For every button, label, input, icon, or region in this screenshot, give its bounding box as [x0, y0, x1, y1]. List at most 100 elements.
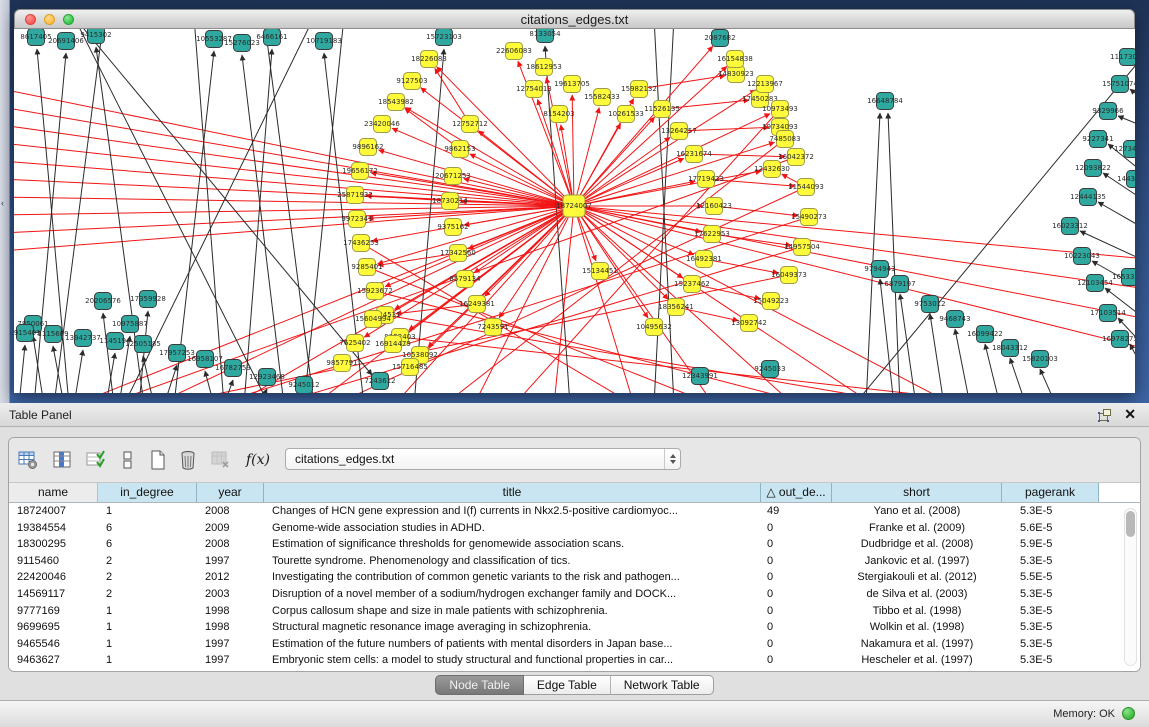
- graph-node-label: 9794943: [864, 265, 895, 273]
- table-select-dropdown[interactable]: citations_edges.txt: [285, 448, 681, 470]
- node-table: namein_degreeyeartitle△ out_de...shortpa…: [9, 482, 1140, 671]
- table-row[interactable]: 969969511998Structural magnetic resonanc…: [9, 619, 1140, 636]
- delete-button[interactable]: [175, 447, 201, 473]
- table-cell: 5.3E-5: [1002, 652, 1099, 669]
- table-cell: 5.3E-5: [1002, 619, 1099, 636]
- column-header-title[interactable]: title: [264, 483, 761, 502]
- minimize-traffic-light-icon[interactable]: [44, 14, 55, 25]
- table-row[interactable]: 1938455462009Genome-wide association stu…: [9, 520, 1140, 537]
- table-cell: 0: [761, 569, 832, 586]
- table-cell: 2009: [197, 520, 264, 537]
- citation-edge-black: [19, 345, 25, 393]
- zoom-traffic-light-icon[interactable]: [63, 14, 74, 25]
- graph-node-label: 12213967: [747, 80, 783, 88]
- graph-node-label: 15820103: [1022, 355, 1058, 363]
- table-row[interactable]: 2242004622012Investigating the contribut…: [9, 569, 1140, 586]
- graph-node-label: 6879197: [884, 280, 915, 288]
- column-visibility-button[interactable]: [49, 447, 75, 473]
- citation-edge: [405, 109, 453, 144]
- column-header-name[interactable]: name: [9, 483, 98, 502]
- network-window-titlebar[interactable]: citations_edges.txt: [14, 9, 1135, 29]
- citation-edge-black: [1118, 116, 1135, 127]
- table-cell: Stergiakouli et al. (2012): [832, 569, 1002, 586]
- graph-node-label: 2087682: [704, 34, 735, 42]
- column-header-pagerank[interactable]: pagerank: [1002, 483, 1099, 502]
- table-cell: 5.3E-5: [1002, 603, 1099, 620]
- table-cell: Embryonic stem cells: a model to study s…: [264, 652, 761, 669]
- graph-node-label: 9415302: [80, 31, 111, 39]
- graph-node-label: 9329966: [1092, 107, 1124, 115]
- column-select-button[interactable]: [83, 447, 109, 473]
- table-row[interactable]: 911546021997Tourette syndrome. Phenomeno…: [9, 553, 1140, 570]
- table-cell: 18300295: [9, 536, 98, 553]
- table-panel: Table Panel ✕: [0, 403, 1149, 727]
- column-header-short[interactable]: short: [832, 483, 1002, 502]
- table-cell: Structural magnetic resonance image aver…: [264, 619, 761, 636]
- selected-table-name: citations_edges.txt: [295, 452, 394, 466]
- graph-node-label: 9753012: [914, 300, 945, 308]
- citation-edge-black: [930, 314, 944, 393]
- left-panel-edge[interactable]: ‹: [0, 0, 10, 403]
- citation-edge: [400, 337, 1014, 393]
- graph-node-label: 12505185: [125, 340, 161, 348]
- table-cell: Investigating the contribution of common…: [264, 569, 761, 586]
- graph-node-label: 12752712: [452, 120, 488, 128]
- table-cell: 0: [761, 586, 832, 603]
- graph-node-label: 9862153: [444, 145, 475, 153]
- table-cell: Estimation of the future numbers of pati…: [264, 636, 761, 653]
- dropdown-stepper-icon: [664, 449, 680, 469]
- close-traffic-light-icon[interactable]: [25, 14, 36, 25]
- table-cell: Genome-wide association studies in ADHD.: [264, 520, 761, 537]
- graph-node-label: 19613705: [554, 80, 590, 88]
- graph-node-label: 10223043: [1064, 252, 1100, 260]
- table-settings-button[interactable]: [15, 447, 41, 473]
- close-panel-icon[interactable]: ✕: [1124, 406, 1136, 422]
- table-cell: 9115460: [9, 553, 98, 570]
- tab-network-table[interactable]: Network Table: [611, 675, 714, 695]
- float-window-icon[interactable]: [1097, 407, 1113, 423]
- graph-node-label: 12734312: [1114, 145, 1135, 153]
- tab-node-table[interactable]: Node Table: [435, 675, 524, 695]
- column-header-year[interactable]: year: [197, 483, 264, 502]
- citation-edge: [14, 143, 574, 206]
- graph-node-label: 8133054: [529, 30, 561, 38]
- column-header-out_degree[interactable]: △ out_de...: [761, 483, 832, 502]
- network-window[interactable]: citations_edges.txt 18724007182260839127…: [14, 9, 1135, 393]
- new-document-button[interactable]: [145, 447, 171, 473]
- table-row[interactable]: 1830029562008Estimation of significance …: [9, 536, 1140, 553]
- graph-node-label: 12343991: [682, 372, 718, 380]
- citation-edge: [474, 211, 566, 273]
- network-canvas[interactable]: 1872400718226083912750318543982234200469…: [14, 29, 1135, 393]
- table-cell: 1998: [197, 619, 264, 636]
- graph-node-label: 15049223: [753, 297, 789, 305]
- graph-node-label: 17103514: [1090, 309, 1126, 317]
- function-builder-button[interactable]: f(x): [245, 447, 271, 473]
- row-layout-button[interactable]: [115, 447, 141, 473]
- table-row[interactable]: 1456911722003Disruption of a novel membe…: [9, 586, 1140, 603]
- table-row[interactable]: 946554611997Estimation of the future num…: [9, 636, 1140, 653]
- table-scrollbar[interactable]: [1124, 508, 1137, 666]
- graph-node-label: 9468743: [939, 315, 970, 323]
- graph-node-label: 12444135: [1070, 193, 1106, 201]
- graph-node-label: 23420046: [364, 120, 400, 128]
- table-cell: 1997: [197, 636, 264, 653]
- graph-node-label: 19734093: [762, 123, 798, 131]
- table-header-row: namein_degreeyeartitle△ out_de...shortpa…: [9, 482, 1140, 503]
- citation-edge-black: [174, 51, 214, 393]
- table-cell: 6: [98, 536, 197, 553]
- citation-edge: [14, 206, 574, 215]
- table-cell: Dudbridge et al. (2008): [832, 536, 1002, 553]
- graph-node-label: 16049373: [771, 271, 807, 279]
- graph-node-label: 25871932: [337, 191, 373, 199]
- table-row[interactable]: 946362711997Embryonic stem cells: a mode…: [9, 652, 1140, 669]
- scrollbar-thumb[interactable]: [1126, 511, 1135, 537]
- tab-edge-table[interactable]: Edge Table: [524, 675, 611, 695]
- delete-table-button[interactable]: [207, 447, 233, 473]
- graph-node-label: 9375162: [437, 223, 468, 231]
- graph-node-label: 16492381: [686, 255, 722, 263]
- column-header-in_degree[interactable]: in_degree: [98, 483, 197, 502]
- table-row[interactable]: 1872400712008Changes of HCN gene express…: [9, 503, 1140, 520]
- table-row[interactable]: 977716911998Corpus callosum shape and si…: [9, 603, 1140, 620]
- table-cell: Disruption of a novel member of a sodium…: [264, 586, 761, 603]
- graph-node-label: 15751074: [1102, 80, 1135, 88]
